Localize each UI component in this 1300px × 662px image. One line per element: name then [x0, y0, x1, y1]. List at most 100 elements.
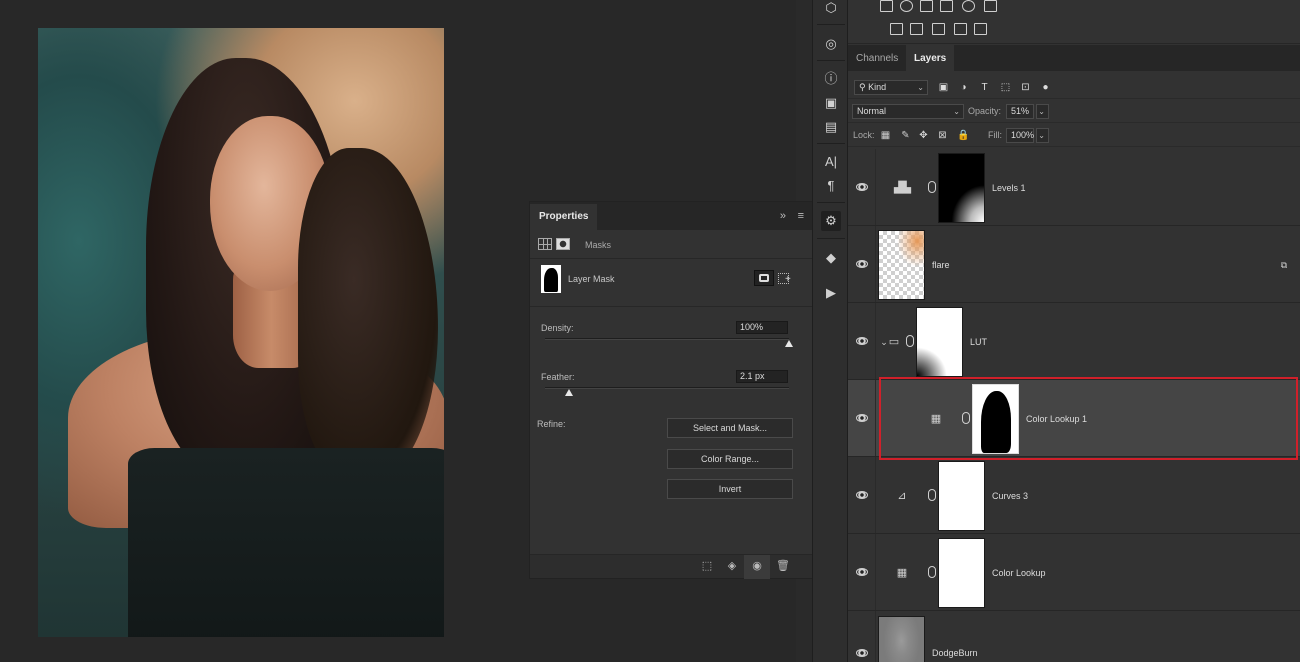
channel-mixer-icon[interactable]: [962, 0, 975, 12]
3d-cube-icon[interactable]: ⬡: [821, 0, 841, 18]
layer-mask-label: Layer Mask: [568, 274, 615, 284]
color-lookup-grid-icon[interactable]: [984, 0, 997, 12]
feather-slider[interactable]: [545, 387, 789, 389]
search-icon: ⚲: [859, 82, 866, 92]
invert-adjust-icon[interactable]: [890, 23, 903, 35]
notes-icon[interactable]: ▤: [821, 117, 841, 137]
info-icon[interactable]: ⓘ: [821, 69, 841, 89]
actions-play-icon[interactable]: ▶: [821, 283, 841, 303]
visibility-column: [848, 303, 876, 379]
selective-color-icon[interactable]: [954, 23, 967, 35]
tab-properties[interactable]: Properties: [530, 204, 598, 230]
filter-kind-dropdown[interactable]: ⚲ Kind ⌄: [854, 80, 928, 95]
layer-thumbnail[interactable]: [878, 616, 925, 662]
grid-icon[interactable]: [538, 238, 552, 250]
layer-row[interactable]: ⊿ Curves 3: [848, 457, 1300, 534]
load-selection-icon[interactable]: ⬚: [700, 560, 714, 573]
layer-mask-thumbnail[interactable]: [938, 538, 985, 608]
eye-icon[interactable]: [856, 414, 868, 422]
group-mask-thumbnail[interactable]: [916, 307, 963, 377]
visibility-eye-icon[interactable]: ◉: [750, 560, 764, 573]
lock-artboard-icon[interactable]: ⊠: [937, 130, 948, 141]
layer-row[interactable]: DodgeBurn: [848, 611, 1300, 662]
tab-channels[interactable]: Channels: [848, 45, 906, 71]
character-icon[interactable]: A|: [821, 152, 841, 172]
blend-mode-dropdown[interactable]: Normal ⌄: [852, 104, 964, 119]
document-image[interactable]: [38, 28, 444, 637]
density-slider[interactable]: [545, 338, 789, 340]
mask-icon[interactable]: [556, 238, 570, 250]
link-icon[interactable]: [928, 181, 936, 193]
eye-icon[interactable]: [856, 491, 868, 499]
threshold-icon[interactable]: [932, 23, 945, 35]
filter-toggle-icon[interactable]: ●: [1040, 83, 1051, 93]
properties-panel[interactable]: Properties » ≡ Masks Layer Mask Density:…: [529, 201, 813, 579]
opacity-input[interactable]: 51%: [1006, 104, 1034, 119]
properties-icon[interactable]: ⚙: [821, 211, 841, 231]
tab-layers[interactable]: Layers: [906, 45, 955, 71]
layer-row[interactable]: ▦ Color Lookup: [848, 534, 1300, 611]
lock-transparent-icon[interactable]: ▦: [880, 130, 891, 141]
eye-icon[interactable]: [856, 260, 868, 268]
eye-icon[interactable]: [856, 183, 868, 191]
density-slider-handle[interactable]: [785, 340, 793, 347]
feather-slider-handle[interactable]: [565, 389, 574, 396]
double-chevron-right-icon[interactable]: »: [780, 210, 786, 222]
layer-name: Curves 3: [992, 491, 1029, 501]
history-icon[interactable]: ◆: [821, 248, 841, 268]
fill-dropdown[interactable]: ⌄: [1036, 128, 1049, 143]
layer-name: Color Lookup 1: [1026, 414, 1088, 424]
select-and-mask-button[interactable]: Select and Mask...: [667, 418, 793, 438]
layer-thumbnail[interactable]: [878, 230, 925, 300]
filter-shape-icon[interactable]: ⬚: [1000, 83, 1011, 93]
chevron-down-icon: ⌄: [1038, 131, 1045, 140]
visibility-column: [848, 534, 876, 610]
lock-all-icon[interactable]: 🔒: [957, 130, 969, 141]
opacity-dropdown[interactable]: ⌄: [1036, 104, 1049, 119]
eye-icon[interactable]: [856, 568, 868, 576]
layers-list[interactable]: ▟▙ Levels 1 flare ⧉ ⌄ ▭ LUT ▦ Color Look…: [848, 149, 1300, 662]
layer-row-selected[interactable]: ▦ Color Lookup 1: [848, 380, 1300, 457]
link-icon[interactable]: [928, 566, 936, 578]
lock-image-brush-icon[interactable]: ✎: [900, 130, 911, 141]
layer-mask-thumbnail[interactable]: [938, 461, 985, 531]
layer-mask-thumbnail[interactable]: [938, 153, 985, 223]
paragraph-icon[interactable]: ¶: [821, 176, 841, 196]
lock-position-move-icon[interactable]: ✥: [918, 130, 929, 141]
panel-menu-icon[interactable]: ≡: [798, 210, 804, 222]
chevron-down-icon: ⌄: [917, 83, 924, 92]
divider: [817, 238, 845, 239]
layer-mask-thumbnail[interactable]: [972, 384, 1019, 454]
link-icon[interactable]: [906, 335, 914, 347]
layer-row[interactable]: flare ⧉: [848, 226, 1300, 303]
link-icon[interactable]: [928, 489, 936, 501]
trash-icon[interactable]: 🗑: [776, 560, 790, 573]
filter-type-icon[interactable]: T: [979, 83, 990, 93]
folder-icon: ▭: [888, 336, 900, 348]
add-vector-mask-button[interactable]: [776, 270, 792, 286]
feather-input[interactable]: 2.1 px: [736, 370, 788, 383]
layer-row[interactable]: ⌄ ▭ LUT: [848, 303, 1300, 380]
gradient-map-icon[interactable]: [974, 23, 987, 35]
color-range-button[interactable]: Color Range...: [667, 449, 793, 469]
navigator-icon[interactable]: ◎: [821, 34, 841, 54]
posterize-icon[interactable]: [910, 23, 923, 35]
eye-icon[interactable]: [856, 337, 868, 345]
filter-adjustment-icon[interactable]: ◑: [958, 83, 969, 93]
color-lookup-grid-icon: ▦: [930, 413, 942, 425]
fill-input[interactable]: 100%: [1006, 128, 1034, 143]
eye-icon[interactable]: [856, 649, 868, 657]
filter-pixel-icon[interactable]: ▣: [938, 83, 949, 93]
select-pixel-mask-button[interactable]: [754, 270, 774, 286]
layer-row[interactable]: ▟▙ Levels 1: [848, 149, 1300, 226]
invert-button[interactable]: Invert: [667, 479, 793, 499]
balance-icon[interactable]: [900, 0, 913, 12]
black-white-icon[interactable]: [920, 0, 933, 12]
density-input[interactable]: 100%: [736, 321, 788, 334]
filter-smart-object-icon[interactable]: ⊡: [1020, 83, 1031, 93]
libraries-icon[interactable]: ▣: [821, 93, 841, 113]
levels-icon[interactable]: [880, 0, 893, 12]
apply-mask-icon[interactable]: ◈: [725, 560, 739, 573]
photo-filter-icon[interactable]: [940, 0, 953, 12]
link-icon[interactable]: [962, 412, 970, 424]
